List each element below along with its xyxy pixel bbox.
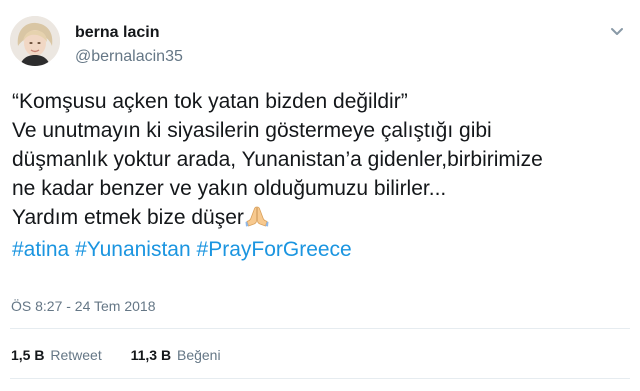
like-count: 11,3 B	[130, 347, 172, 363]
tweet-line: düşmanlık yoktur arada, Yunanistan’a gid…	[12, 148, 543, 171]
tweet-line: ne kadar benzer ve yakın olduğumuzu bili…	[12, 177, 447, 200]
display-name[interactable]: berna lacin	[75, 24, 159, 42]
praying-hands-icon	[245, 205, 269, 235]
avatar-image	[10, 16, 60, 66]
retweet-count: 1,5 B	[11, 347, 45, 363]
hashtag-atina[interactable]: #atina	[12, 238, 69, 261]
retweet-label: Retweet	[50, 347, 102, 363]
retweet-count-link[interactable]: 1,5 B Retweet	[11, 347, 102, 363]
user-handle[interactable]: @bernalacin35	[75, 48, 183, 66]
hashtag-yunanistan[interactable]: #Yunanistan	[75, 238, 191, 261]
chevron-down-icon[interactable]	[608, 22, 626, 40]
tweet-line: Ve unutmayın ki siyasilerin göstermeye ç…	[12, 119, 492, 142]
tweet-text: “Komşusu açken tok yatan bizden değildir…	[12, 87, 632, 264]
tweet-stats: 1,5 B Retweet 11,3 B Beğeni	[11, 347, 221, 363]
divider	[10, 378, 630, 379]
tweet-timestamp[interactable]: ÖS 8:27 - 24 Tem 2018	[11, 298, 156, 314]
avatar[interactable]	[10, 16, 60, 66]
like-count-link[interactable]: 11,3 B Beğeni	[131, 347, 221, 363]
like-label: Beğeni	[176, 347, 221, 363]
tweet-line-with-emoji: Yardım etmek bize düşer	[12, 203, 632, 235]
tweet-line: “Komşusu açken tok yatan bizden değildir…	[12, 90, 408, 113]
divider	[10, 328, 630, 329]
tweet-line: Yardım etmek bize düşer	[12, 206, 244, 229]
hashtag-prayforgreece[interactable]: #PrayForGreece	[197, 238, 352, 261]
hashtag-row: #atina #Yunanistan #PrayForGreece	[12, 235, 632, 264]
tweet-card: berna lacin @bernalacin35 “Komşusu açken…	[0, 0, 640, 391]
